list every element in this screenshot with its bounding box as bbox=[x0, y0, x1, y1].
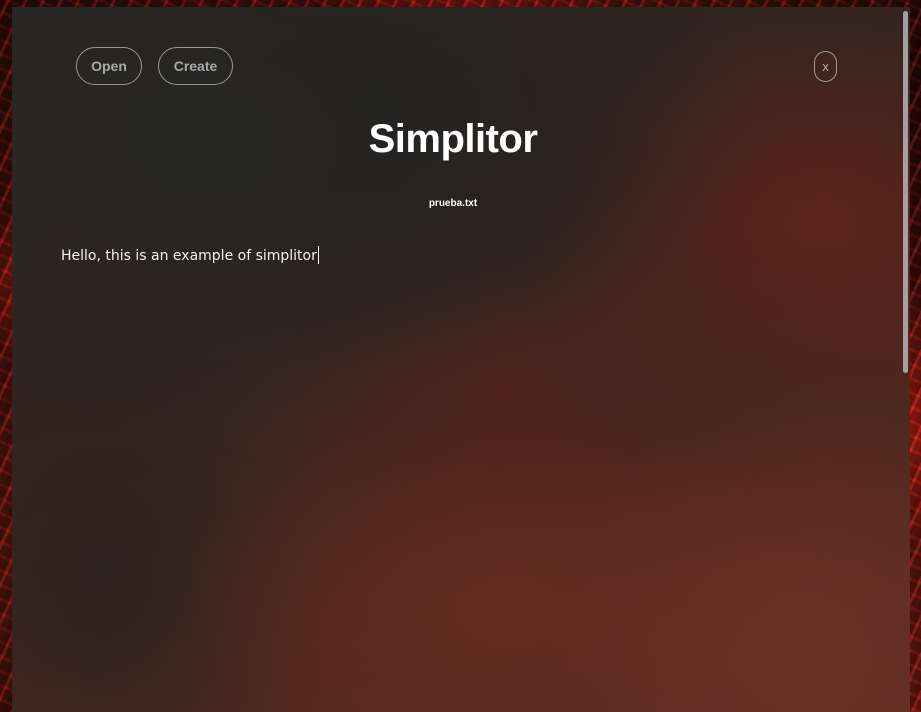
vertical-scrollbar[interactable] bbox=[901, 7, 910, 712]
scrollbar-thumb[interactable] bbox=[903, 11, 908, 373]
app-title: Simplitor bbox=[368, 117, 538, 161]
editor-window: Open Create x Simplitor prueba.txt Hello… bbox=[12, 7, 910, 712]
text-editor[interactable]: Hello, this is an example of simplitor bbox=[61, 243, 881, 703]
open-button[interactable]: Open bbox=[76, 47, 142, 85]
toolbar: Open Create x bbox=[12, 7, 910, 117]
text-caret bbox=[317, 246, 319, 264]
editor-content[interactable]: Hello, this is an example of simplitor bbox=[61, 248, 317, 264]
file-name: prueba.txt bbox=[428, 198, 478, 209]
close-button[interactable]: x bbox=[814, 51, 837, 82]
create-button[interactable]: Create bbox=[158, 47, 233, 85]
